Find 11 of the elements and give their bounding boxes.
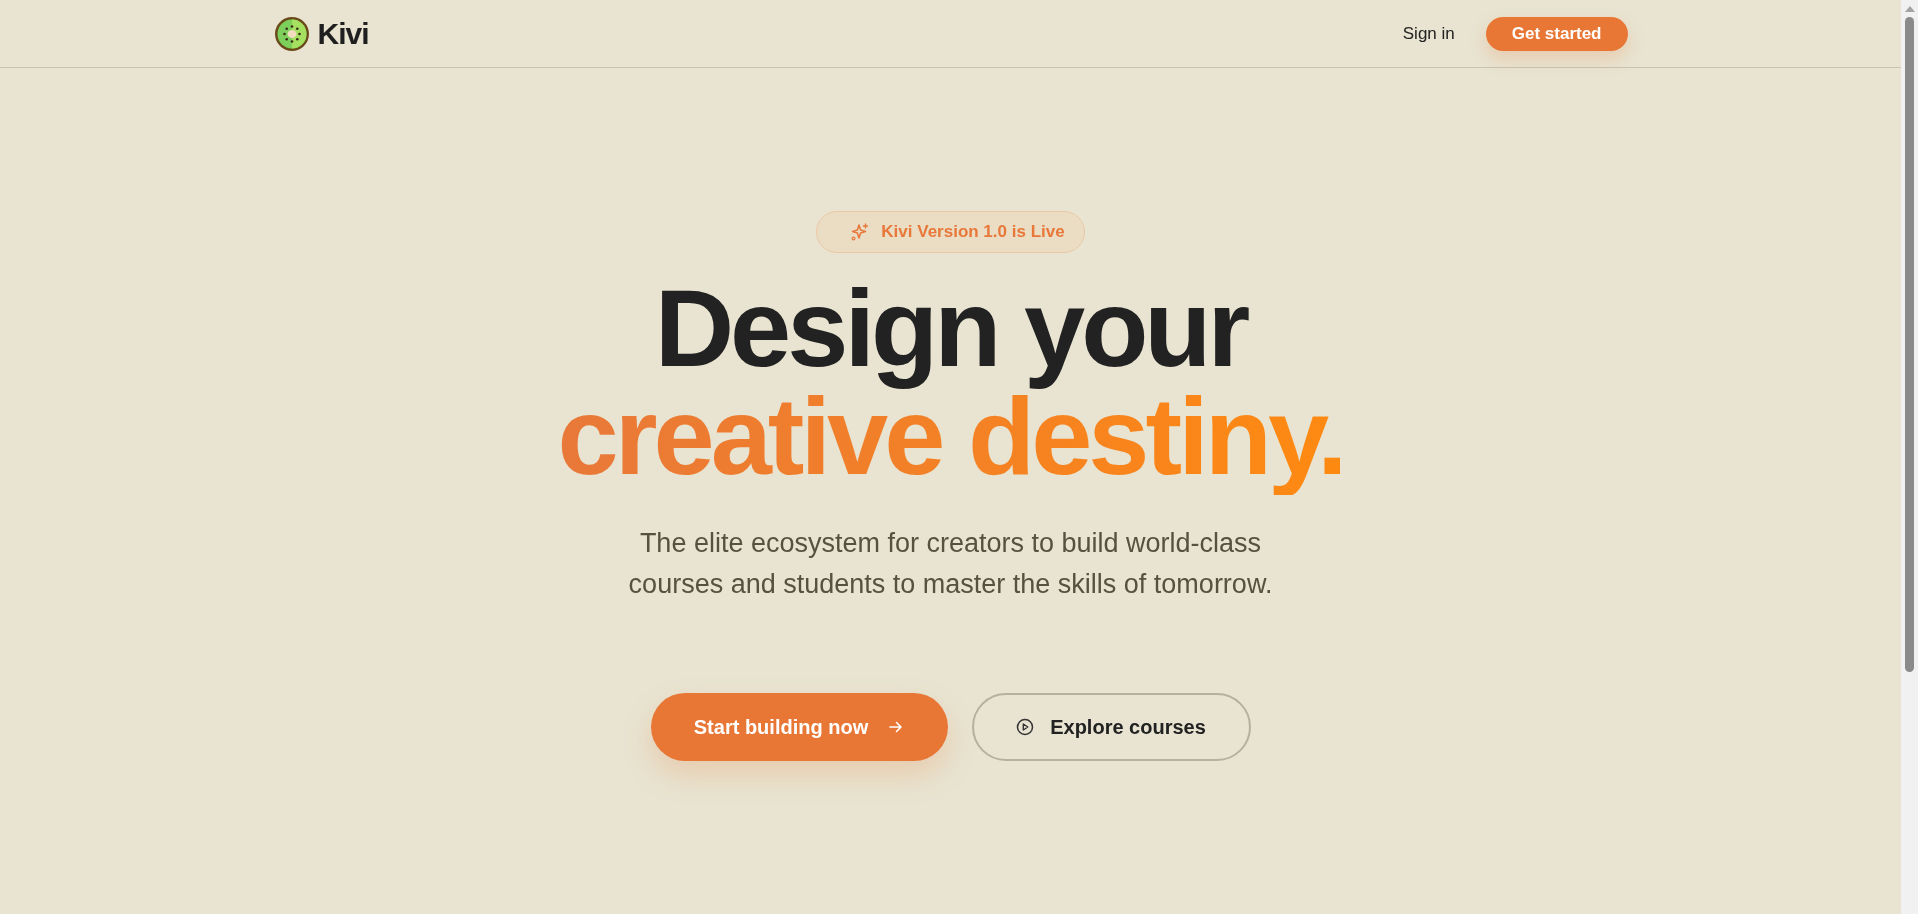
badge-text: Kivi Version 1.0 is Live: [881, 222, 1065, 242]
explore-courses-button[interactable]: Explore courses: [971, 693, 1251, 761]
headline-line: Design your: [653, 279, 1248, 387]
kiwi-logo-icon: [273, 15, 310, 52]
play-circle-icon: [1016, 718, 1035, 736]
arrow-right-icon: [888, 719, 905, 735]
subtitle-text: The elite ecosystem for creators to build world-class courses and students to master the skills of tomorrow.: [627, 527, 1274, 601]
sign-in-link[interactable]: Sign in: [1402, 23, 1455, 44]
sparkle-icon: [851, 223, 870, 241]
scroll-up-arrow[interactable]: [1904, 6, 1915, 12]
brand-name[interactable]: Kivi: [317, 16, 369, 51]
